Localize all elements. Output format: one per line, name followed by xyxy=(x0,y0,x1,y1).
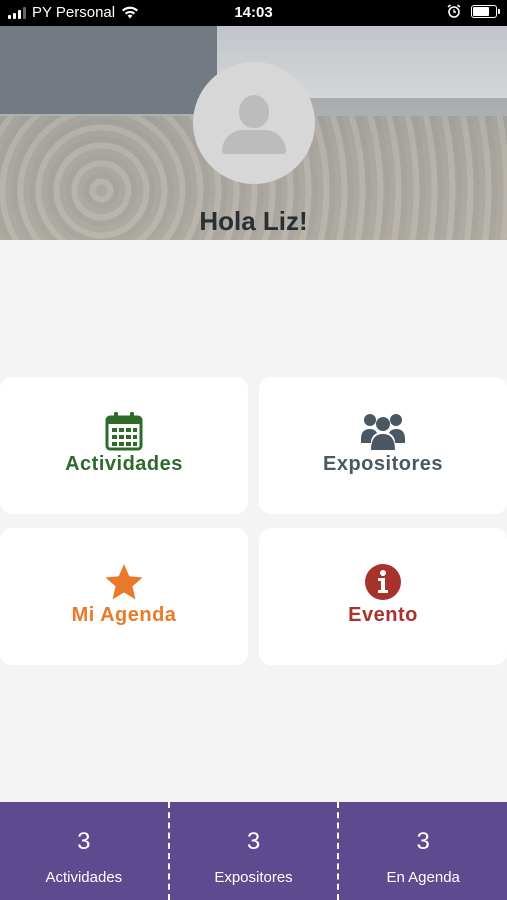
evento-label: Evento xyxy=(348,604,418,626)
actividades-label: Actividades xyxy=(65,453,183,475)
stat-label: Actividades xyxy=(45,869,123,886)
mi-agenda-label: Mi Agenda xyxy=(71,604,177,626)
stat-actividades[interactable]: 3 Actividades xyxy=(0,802,168,900)
avatar[interactable] xyxy=(193,62,315,184)
stat-en-agenda[interactable]: 3 En Agenda xyxy=(337,802,507,900)
stats-footer: 3 Actividades 3 Expositores 3 En Agenda xyxy=(0,802,507,900)
clock: 14:03 xyxy=(234,4,273,21)
greeting-text: Hola Liz! xyxy=(199,206,308,236)
status-bar: PY Personal 14:03 xyxy=(0,0,507,26)
stat-label: Expositores xyxy=(214,869,293,886)
alarm-icon xyxy=(447,4,461,18)
battery-icon xyxy=(471,4,500,18)
expositores-label: Expositores xyxy=(323,453,443,475)
stat-value: 3 xyxy=(416,828,430,855)
stat-value: 3 xyxy=(246,828,261,855)
stat-label: En Agenda xyxy=(386,869,460,886)
mi-agenda-button[interactable]: Mi Agenda xyxy=(0,528,248,665)
user-placeholder-icon xyxy=(239,95,269,128)
stat-expositores[interactable]: 3 Expositores xyxy=(167,802,338,900)
users-icon xyxy=(361,414,405,450)
star-icon xyxy=(105,564,143,600)
calendar-icon xyxy=(105,412,143,451)
profile-header: Hola Liz! xyxy=(0,26,507,240)
expositores-button[interactable]: Expositores xyxy=(259,377,507,514)
actividades-button[interactable]: Actividades xyxy=(0,377,248,514)
info-icon xyxy=(365,564,401,600)
stat-value: 3 xyxy=(77,828,91,855)
evento-button[interactable]: Evento xyxy=(259,528,507,665)
